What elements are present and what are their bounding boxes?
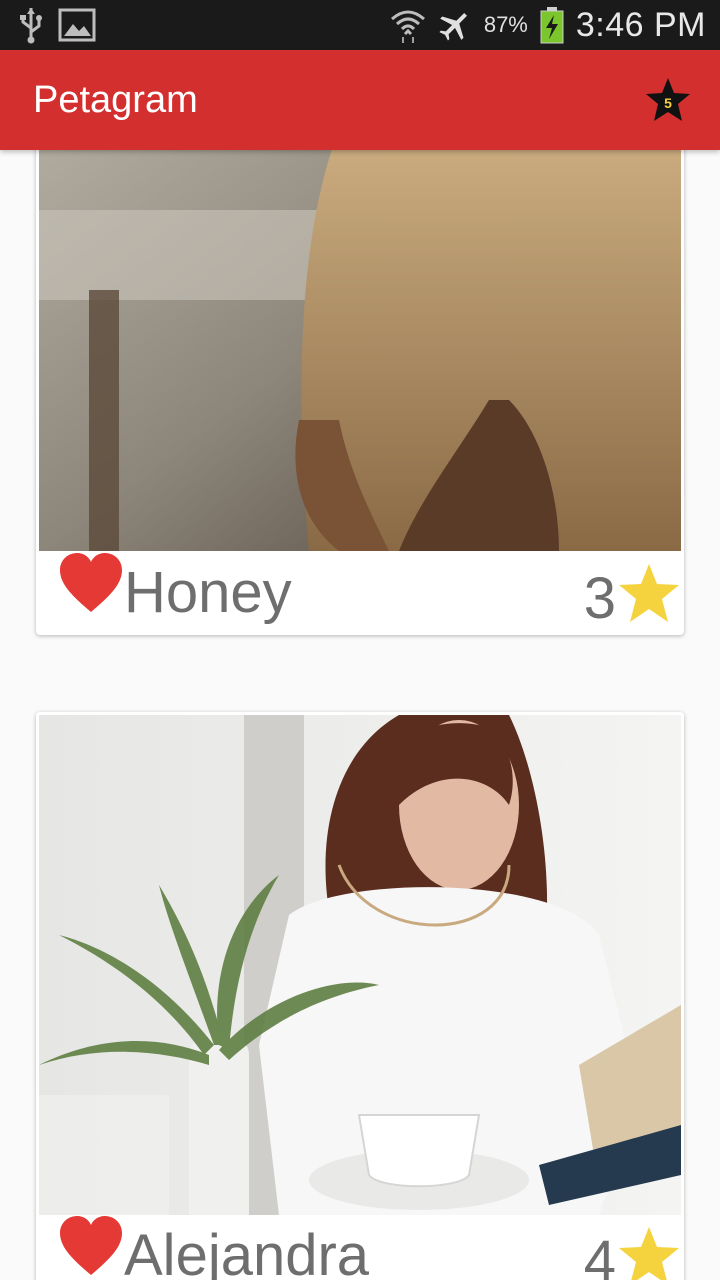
pet-name: Alejandra xyxy=(124,1223,370,1280)
pet-photo xyxy=(39,715,681,1215)
app-title: Petagram xyxy=(33,78,198,121)
usb-icon xyxy=(18,6,44,44)
heart-like-icon[interactable] xyxy=(58,1215,124,1277)
pet-card: Alejandra 4 xyxy=(36,712,684,1280)
battery-percent: 87% xyxy=(483,12,528,37)
rating-count: 3 xyxy=(583,566,616,631)
pet-name: Honey xyxy=(124,560,292,625)
pet-photo xyxy=(39,150,681,551)
battery-icon xyxy=(540,6,564,44)
app-bar: Petagram 5 xyxy=(0,50,720,150)
favorites-count-badge: 5 xyxy=(664,95,672,111)
pet-card-footer: Alejandra 4 xyxy=(36,1215,684,1280)
pet-card-footer: Honey 3 xyxy=(36,552,684,635)
status-left xyxy=(0,6,96,44)
pet-card: Honey 3 xyxy=(36,150,684,635)
status-right: 87% 3:46 PM xyxy=(390,6,720,45)
airplane-icon xyxy=(438,8,472,42)
wifi-icon xyxy=(390,7,426,43)
favorites-star-button[interactable]: 5 xyxy=(640,72,696,128)
star-icon xyxy=(619,1227,679,1280)
star-icon xyxy=(619,564,679,622)
clock: 3:46 PM xyxy=(575,5,706,44)
heart-like-icon[interactable] xyxy=(58,552,124,614)
screen: 87% 3:46 PM Petagram 5 Honey 3 Alejandra… xyxy=(0,0,720,1280)
image-icon xyxy=(58,8,96,42)
pet-list[interactable]: Honey 3 Alejandra 4 xyxy=(0,150,720,1280)
status-bar: 87% 3:46 PM xyxy=(0,0,720,50)
rating-count: 4 xyxy=(583,1229,616,1280)
